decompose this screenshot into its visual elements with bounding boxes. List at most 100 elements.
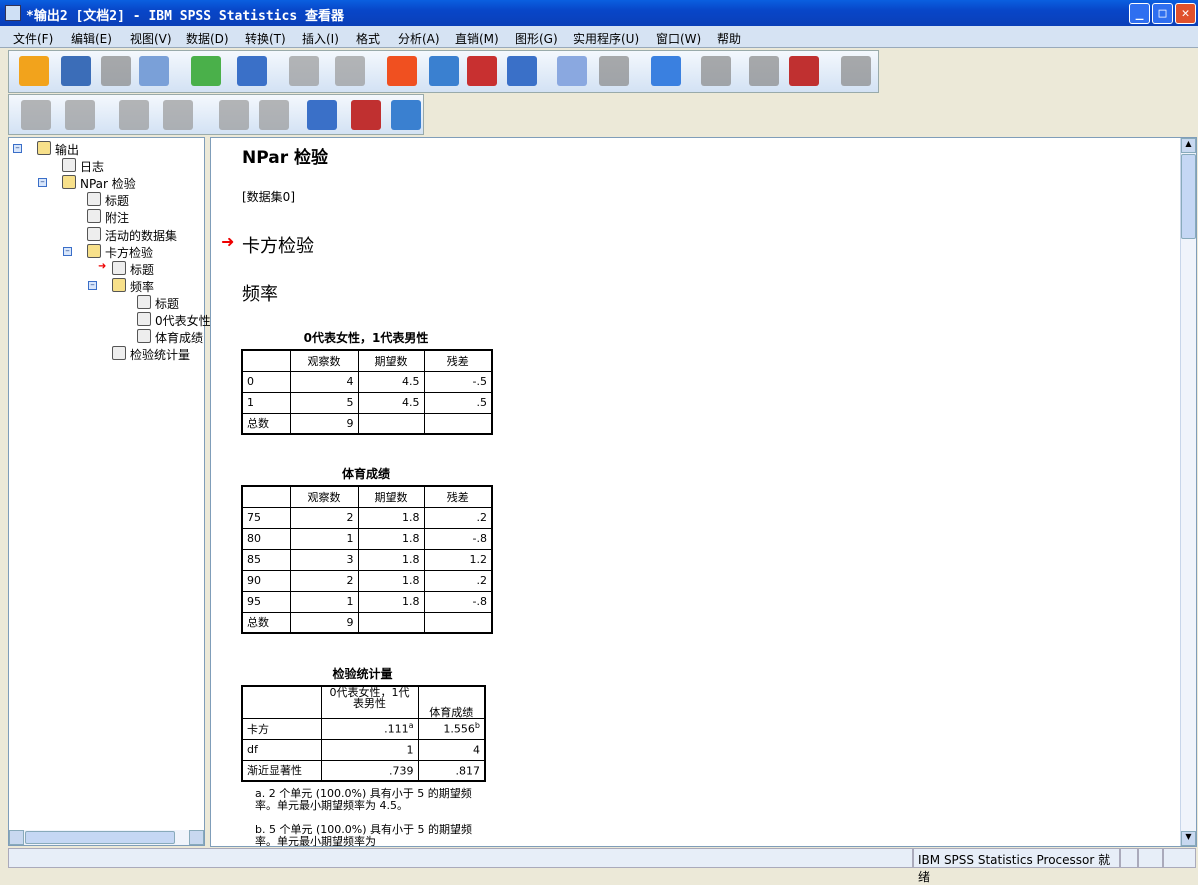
output-icon[interactable] <box>841 56 871 86</box>
menu-item[interactable]: 帮助 <box>717 30 741 47</box>
column-header <box>241 349 291 372</box>
save-icon[interactable] <box>61 56 91 86</box>
outline-node-icon <box>112 277 126 292</box>
insert-heading-icon[interactable] <box>307 100 337 130</box>
scroll-up-button[interactable]: ▲ <box>1181 138 1196 153</box>
hide-icon[interactable] <box>259 100 289 130</box>
use-sets-icon[interactable] <box>557 56 587 86</box>
cell-value: 4 <box>473 743 480 757</box>
cell-value: 1.556 <box>443 722 475 736</box>
table-row: 总数 9 <box>241 412 493 435</box>
close-button[interactable]: ✕ <box>1175 3 1196 24</box>
outline-node-icon <box>87 209 101 224</box>
designate-window-icon[interactable] <box>651 56 681 86</box>
footnote-marker: a <box>408 721 414 731</box>
outline-node-icon <box>87 192 101 207</box>
column-header: 观察数 <box>289 349 359 372</box>
window-title: *输出2 [文档2] - IBM SPSS Statistics 查看器 <box>26 9 344 24</box>
run-script-icon[interactable] <box>789 56 819 86</box>
menu-item[interactable]: 直销(M) <box>455 30 499 47</box>
collapse-toggle-icon[interactable]: – <box>88 280 97 290</box>
show-icon[interactable] <box>219 100 249 130</box>
export-icon[interactable] <box>191 56 221 86</box>
frequency-table-pe-score[interactable]: 观察数 期望数 残差 75 2 1.8.2 80 1 1.8 -.8 85 3 1.8 1.2 90 2 1.8… <box>241 485 493 634</box>
insert-case-icon[interactable] <box>467 56 497 86</box>
table-cell: 1.8 <box>357 569 425 592</box>
maximize-button[interactable]: □ <box>1152 3 1173 24</box>
scroll-right-button[interactable] <box>189 830 204 845</box>
menu-bar: 文件(F) 编辑(E) 视图(V) 数据(D) 转换(T) 插入(I) 格式 分析(A) 直销(… <box>0 26 1198 48</box>
test-statistics-table[interactable]: 0代表女性，1代表男性 体育成绩 卡方 .111a 1.556b df 1 4 渐近显著性 .73… <box>241 685 486 782</box>
collapse-icon[interactable] <box>163 100 193 130</box>
output-vertical-scrollbar[interactable]: ▲ ▼ <box>1180 138 1196 846</box>
collapse-toggle-icon[interactable]: – <box>13 144 22 153</box>
print-icon[interactable] <box>101 56 131 86</box>
table-cell: 4.5 <box>357 370 425 393</box>
scroll-down-button[interactable]: ▼ <box>1181 831 1196 846</box>
goto-case-icon[interactable] <box>387 56 417 86</box>
show-all-variables-icon[interactable] <box>599 56 629 86</box>
menu-item[interactable]: 文件(F) <box>13 30 53 47</box>
open-icon[interactable] <box>19 56 49 86</box>
table-cell: 80 <box>241 527 291 550</box>
outline-item-label: 标题 <box>105 194 130 209</box>
insert-text-icon[interactable] <box>391 100 421 130</box>
cell-value: 渐近显著性 <box>247 764 302 778</box>
table-cell: 1.8 <box>357 590 425 613</box>
expand-icon[interactable] <box>119 100 149 130</box>
outline-item-label: 0代表女性 <box>155 314 211 328</box>
menu-item[interactable]: 窗口(W) <box>656 30 701 47</box>
outline-item-label: 日志 <box>80 160 105 175</box>
column-header: 期望数 <box>357 349 425 372</box>
menu-item[interactable]: 格式 <box>356 30 380 47</box>
scroll-left-button[interactable] <box>9 830 24 845</box>
table-cell: 1 <box>320 738 419 761</box>
footnote-b: b. 5 个单元 (100.0%) 具有小于 5 的期望频率。单元最小期望频率为 <box>255 823 472 847</box>
redo-icon[interactable] <box>335 56 365 86</box>
table2-title: 体育成绩 <box>341 467 390 481</box>
variables-icon[interactable] <box>507 56 537 86</box>
goto-variable-icon[interactable] <box>429 56 459 86</box>
table-cell: .111a <box>320 717 419 740</box>
table-cell: 1.556b <box>417 717 486 740</box>
table-cell: 卡方 <box>241 717 322 740</box>
collapse-toggle-icon[interactable]: – <box>63 246 72 256</box>
menu-item[interactable]: 数据(D) <box>186 30 229 47</box>
recall-dialog-icon[interactable] <box>237 56 267 86</box>
undo-icon[interactable] <box>289 56 319 86</box>
edit-icon[interactable] <box>749 56 779 86</box>
table-cell: 5 <box>289 391 359 414</box>
table-cell: 75 <box>241 506 291 529</box>
frequency-table-gender[interactable]: 观察数 期望数 残差 0 4 4.5 -.5 1 5 4.5.5 总数 9 <box>241 349 493 435</box>
forward-icon[interactable] <box>65 100 95 130</box>
outline-item-label: 检验统计量 <box>130 348 191 363</box>
menu-item[interactable]: 视图(V) <box>130 30 172 47</box>
collapse-toggle-icon[interactable]: – <box>38 178 47 188</box>
table-cell: 1.2 <box>423 548 493 571</box>
menu-item[interactable]: 编辑(E) <box>71 30 112 47</box>
column-header: 体育成绩 <box>417 685 486 719</box>
scroll-thumb[interactable] <box>1181 154 1196 239</box>
menu-item[interactable]: 图形(G) <box>515 30 558 47</box>
menu-item[interactable]: 转换(T) <box>245 30 286 47</box>
back-icon[interactable] <box>21 100 51 130</box>
outline-node-icon <box>62 158 76 173</box>
outline-item-label: 体育成绩 <box>155 331 204 346</box>
outline-pane: – 输出 日志 – NPar 检验 标题 附注 活动的数据集 – 卡方检验 ➜ 标题 – 频率 标题 0代表女… <box>8 137 211 846</box>
table-cell <box>357 412 425 435</box>
outline-horizontal-scrollbar[interactable] <box>9 830 204 845</box>
menu-item[interactable]: 实用程序(U) <box>573 30 639 47</box>
print-preview-icon[interactable] <box>139 56 169 86</box>
minimize-button[interactable]: _ <box>1129 3 1150 24</box>
scroll-thumb[interactable] <box>25 831 175 844</box>
table-cell: .2 <box>423 506 493 529</box>
promote-icon[interactable] <box>701 56 731 86</box>
menu-item[interactable]: 插入(I) <box>302 30 339 47</box>
table-cell: 1 <box>289 527 359 550</box>
table-cell: -.8 <box>423 590 493 613</box>
table-row: 总数 9 <box>241 611 493 634</box>
cell-value: df <box>247 743 258 756</box>
insert-title-icon[interactable] <box>351 100 381 130</box>
menu-item[interactable]: 分析(A) <box>398 30 440 47</box>
table-cell: 总数 <box>241 412 291 435</box>
